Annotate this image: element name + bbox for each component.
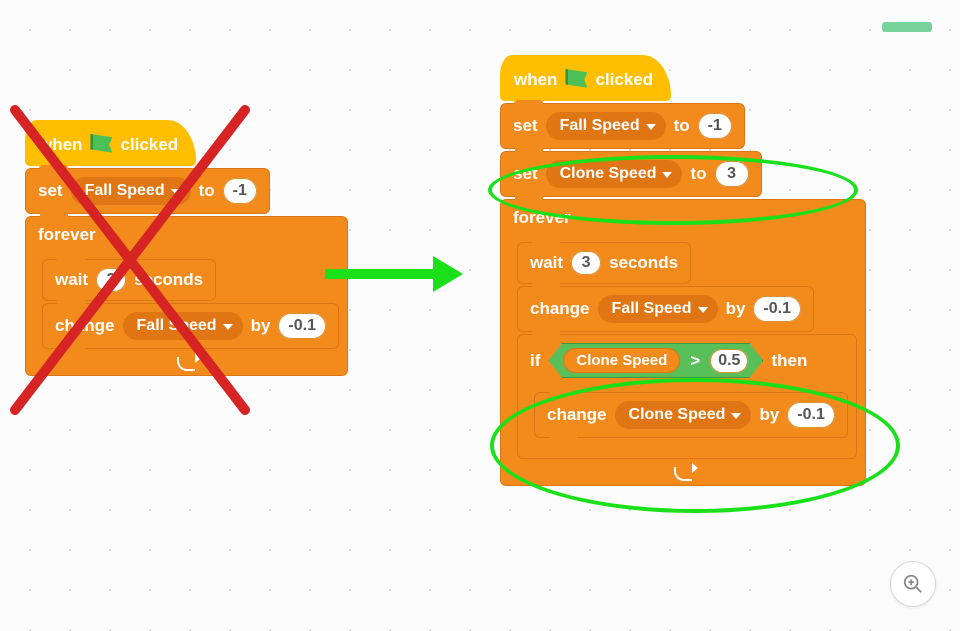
by-label: by [726,299,746,319]
variable-dropdown[interactable]: Fall Speed [598,295,718,323]
number-input[interactable]: -0.1 [753,296,801,322]
variable-reporter[interactable]: Clone Speed [563,348,680,373]
set-label: set [513,164,538,184]
change-label: change [547,405,607,425]
green-flag-icon [565,69,587,91]
if-block[interactable]: if Clone Speed > 0.5 then change Clone S… [517,334,857,459]
variable-dropdown[interactable]: Fall Speed [71,177,191,205]
right-script: when clicked set Fall Speed to -1 set Cl… [500,55,866,486]
then-label: then [771,351,807,371]
set-label: set [38,181,63,201]
change-label: change [530,299,590,319]
number-input[interactable]: -0.1 [278,313,326,339]
number-input[interactable]: -1 [698,113,732,139]
number-input[interactable]: -1 [223,178,257,204]
wait-label: wait [530,253,563,273]
number-input[interactable]: 3 [571,251,601,275]
when-flag-clicked-block[interactable]: when clicked [500,55,671,101]
number-input[interactable]: 0.5 [710,349,748,373]
wait-block[interactable]: wait 3 seconds [42,259,216,301]
number-input[interactable]: 3 [96,268,126,292]
set-fall-speed-block[interactable]: set Fall Speed to -1 [500,103,745,149]
forever-block[interactable]: forever wait 3 seconds change Fall Speed… [500,199,866,486]
forever-label: forever [38,225,96,245]
number-input[interactable]: 3 [715,161,749,187]
seconds-label: seconds [134,270,203,290]
by-label: by [759,405,779,425]
seconds-label: seconds [609,253,678,273]
left-script: when clicked set Fall Speed to -1 foreve… [25,120,348,376]
when-label: when [514,70,557,90]
clicked-label: clicked [120,135,178,155]
change-fall-speed-block[interactable]: change Fall Speed by -0.1 [42,303,339,349]
gt-symbol: > [690,351,700,371]
greater-than-operator[interactable]: Clone Speed > 0.5 [548,343,763,378]
zoom-in-button[interactable] [890,561,936,607]
set-label: set [513,116,538,136]
header-accent-bar [882,22,932,32]
variable-dropdown[interactable]: Clone Speed [615,401,752,429]
forever-label: forever [513,208,571,228]
to-label: to [199,181,215,201]
to-label: to [690,164,706,184]
variable-dropdown[interactable]: Fall Speed [546,112,666,140]
change-fall-speed-block[interactable]: change Fall Speed by -0.1 [517,286,814,332]
by-label: by [251,316,271,336]
to-label: to [674,116,690,136]
wait-label: wait [55,270,88,290]
wait-block[interactable]: wait 3 seconds [517,242,691,284]
variable-dropdown[interactable]: Clone Speed [546,160,683,188]
variable-dropdown[interactable]: Fall Speed [123,312,243,340]
change-clone-speed-block[interactable]: change Clone Speed by -0.1 [534,392,848,438]
set-clone-speed-block[interactable]: set Clone Speed to 3 [500,151,762,197]
when-label: when [39,135,82,155]
change-label: change [55,316,115,336]
green-flag-icon [90,134,112,156]
loop-arrow-icon [177,357,195,371]
loop-arrow-icon [674,467,692,481]
number-input[interactable]: -0.1 [787,402,835,428]
if-label: if [530,351,540,371]
green-arrow-annotation [325,254,465,294]
magnifier-plus-icon [902,573,924,595]
clicked-label: clicked [595,70,653,90]
set-fall-speed-block[interactable]: set Fall Speed to -1 [25,168,270,214]
forever-block[interactable]: forever wait 3 seconds change Fall Speed… [25,216,348,376]
when-flag-clicked-block[interactable]: when clicked [25,120,196,166]
